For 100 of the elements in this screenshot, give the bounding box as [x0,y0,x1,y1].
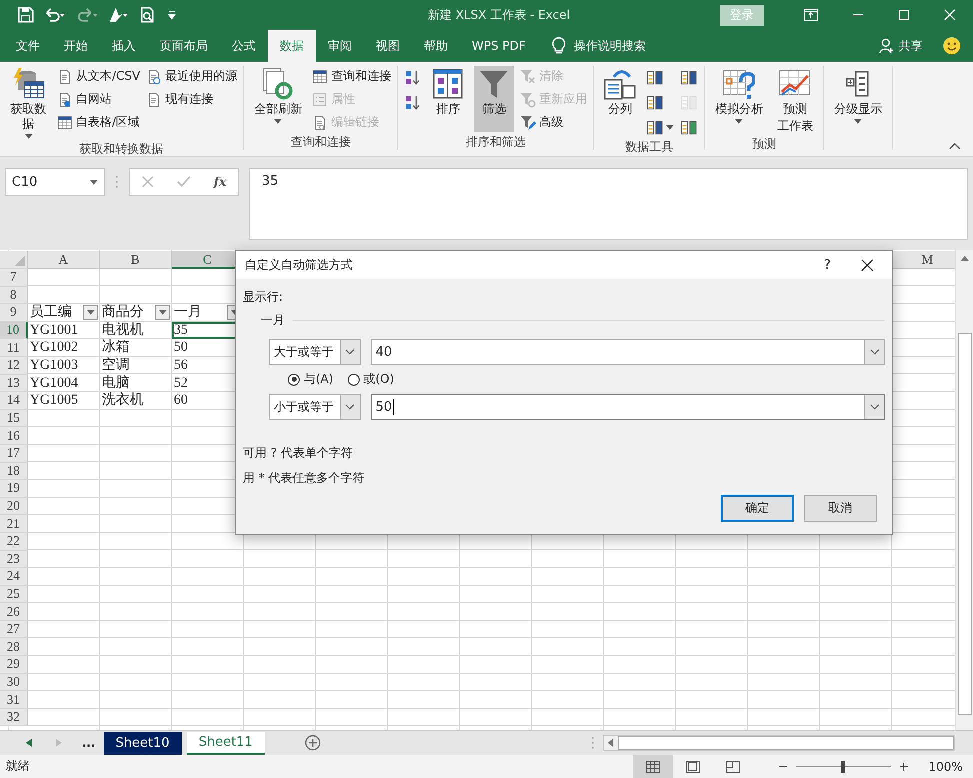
row-number[interactable]: 31 [0,691,28,709]
column-header[interactable]: M [892,251,955,269]
ribbon-tab[interactable]: 数据 [268,30,316,62]
zoom-level[interactable]: 100% [928,760,963,774]
drag-handle-icon[interactable] [115,175,119,189]
operator-dropdown[interactable]: 小于或等于 [269,394,361,420]
row-number[interactable]: 12 [0,356,28,375]
ribbon-button[interactable]: 全部刷新 [250,66,306,132]
remove-duplicates-icon [646,94,664,112]
maximize-icon[interactable] [898,9,910,21]
row-number[interactable]: 10 [0,322,28,340]
ribbon-tab[interactable]: 插入 [100,30,148,62]
ribbon-button[interactable]: 现有连接 [146,89,238,110]
scrollbar-thumb[interactable] [958,333,972,715]
formula-field[interactable]: 35 [249,168,968,240]
row-number[interactable]: 14 [0,392,28,410]
normal-view-button[interactable] [632,755,673,778]
value-combobox[interactable]: 50 [370,394,885,420]
radio-option[interactable]: 与(A) [288,371,334,388]
close-icon[interactable] [861,258,874,272]
row-number[interactable]: 29 [0,656,28,674]
row-number[interactable]: 30 [0,674,28,692]
zoom-in-icon[interactable] [898,762,909,772]
scrollbar-thumb[interactable] [618,736,954,750]
radio-icon[interactable] [288,374,300,386]
ribbon-tab[interactable]: 页面布局 [148,30,220,62]
redo-icon[interactable] [76,7,98,23]
save-icon[interactable] [18,7,34,23]
ribbon-button[interactable]: 分级显示 [830,66,886,132]
ribbon-tab[interactable]: 开始 [52,30,100,62]
vertical-scrollbar[interactable] [955,250,973,730]
add-sheet-icon[interactable] [304,735,321,751]
row-number[interactable]: 8 [0,286,28,304]
name-box[interactable]: C10 [5,168,105,196]
ribbon-button[interactable]: 查询和连接 [312,66,392,87]
row-number[interactable]: 22 [0,532,28,550]
row-number[interactable]: 17 [0,444,28,463]
cancel-button[interactable]: 取消 [804,495,877,522]
undo-icon[interactable] [44,7,66,23]
touch-mode-icon[interactable] [108,7,130,23]
ribbon-button[interactable]: 分列 [600,66,640,132]
column-header[interactable]: B [100,251,172,269]
row-number[interactable]: 13 [0,374,28,392]
row-number[interactable]: 25 [0,586,28,604]
row-number[interactable]: 21 [0,515,28,533]
row-number[interactable]: 32 [0,708,28,726]
ribbon-button[interactable]: 获取数据 [6,66,52,141]
column-header[interactable]: A [28,251,100,269]
row-number[interactable]: 15 [0,410,28,428]
ribbon-button[interactable]: 从文本/CSV [57,66,140,87]
row-number[interactable]: 11 [0,339,28,357]
ribbon-button[interactable]: 高级 [520,112,588,133]
share-button[interactable]: 共享 [899,30,923,62]
row-number[interactable]: 18 [0,462,28,480]
ribbon-display-icon[interactable] [804,9,818,21]
previous-sheet-icon[interactable] [26,739,32,747]
scroll-up-icon[interactable] [960,256,968,261]
filter-button[interactable] [83,305,98,320]
ribbon-tab[interactable]: 公式 [220,30,268,62]
radio-option[interactable]: 或(O) [348,371,394,388]
row-number[interactable]: 28 [0,638,28,656]
sheet-tab[interactable]: Sheet10 [104,732,182,754]
sheet-tab[interactable]: Sheet11 [186,732,265,754]
row-number[interactable]: 27 [0,620,28,638]
ribbon-button[interactable]: 最近使用的源 [146,66,238,87]
collapse-ribbon-icon[interactable] [949,142,961,150]
zoom-slider-thumb[interactable] [841,760,846,772]
row-number[interactable]: 9 [0,304,28,322]
radio-icon[interactable] [348,374,360,386]
ribbon-tab[interactable]: 文件 [4,30,52,62]
operator-dropdown[interactable]: 大于或等于 [269,339,361,365]
ribbon-button[interactable]: 排序 [428,66,468,132]
ribbon-button[interactable]: 筛选 [474,66,514,132]
row-number[interactable]: 26 [0,603,28,621]
ok-button[interactable]: 确定 [721,495,794,522]
ribbon-tab[interactable]: 审阅 [316,30,364,62]
insert-function-button[interactable]: fx [214,175,226,189]
row-number[interactable]: 24 [0,568,28,586]
scroll-left-icon[interactable] [608,739,613,747]
ribbon-button[interactable]: 自网站 [57,89,140,110]
more-sheets-button[interactable]: ... [82,736,96,750]
ribbon-tab[interactable]: 视图 [364,30,412,62]
row-number[interactable]: 19 [0,480,28,498]
ribbon-button[interactable]: 自表格/区域 [57,112,140,133]
filter-button[interactable] [155,305,170,320]
check-icon[interactable] [176,176,191,188]
ribbon-button[interactable]: 模拟分析 [711,66,768,132]
row-number[interactable]: 7 [0,269,28,287]
tell-me-search[interactable]: 操作说明搜索 [574,30,646,62]
ribbon-button[interactable]: 预测 工作表 [773,66,818,136]
row-number[interactable]: 16 [0,427,28,445]
print-preview-icon[interactable] [140,7,156,23]
help-button[interactable]: ? [824,258,831,272]
smiley-icon[interactable] [943,37,961,55]
ribbon-tab[interactable]: 帮助 [412,30,460,62]
value-combobox[interactable]: 40 [370,339,885,365]
row-number[interactable]: 20 [0,498,28,516]
horizontal-scrollbar[interactable] [603,735,955,751]
row-number[interactable]: 23 [0,550,28,568]
ribbon-tab[interactable]: WPS PDF [460,30,538,62]
